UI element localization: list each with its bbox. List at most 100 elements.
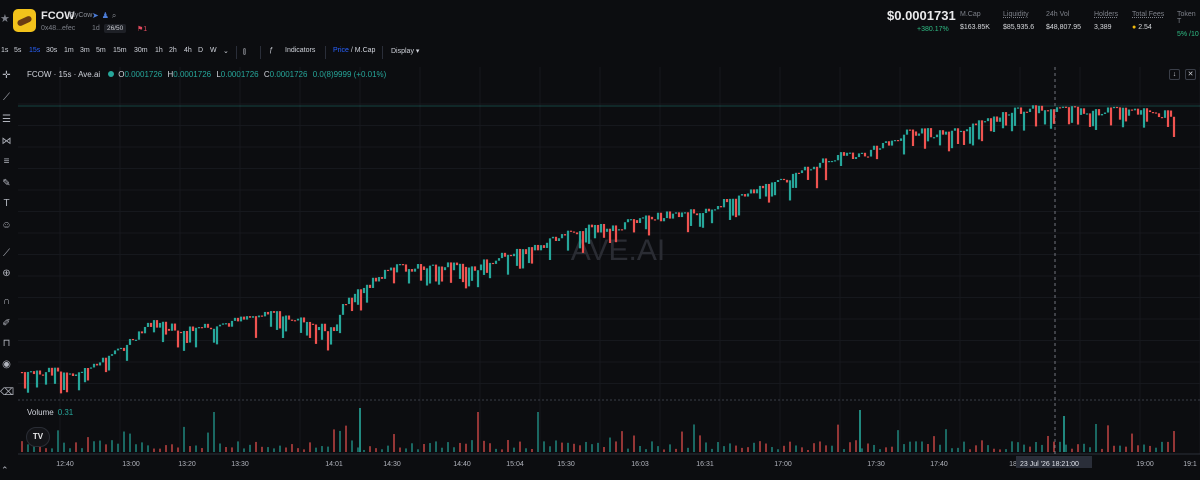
candle (113, 350, 117, 355)
candle (632, 219, 636, 233)
volume-bar (453, 447, 455, 452)
time-tick-label: 17:30 (867, 461, 885, 468)
close-key: C (263, 70, 270, 79)
volume-bar (687, 447, 689, 452)
candle (1169, 110, 1173, 117)
candle (749, 189, 753, 194)
candle (920, 128, 924, 134)
volume-bar (585, 441, 587, 452)
candle (833, 160, 837, 162)
candle (773, 182, 777, 196)
candle (980, 120, 984, 142)
volume-bar (519, 441, 521, 452)
volume-bar (195, 445, 197, 452)
candle (332, 327, 336, 332)
candle (179, 331, 183, 334)
candle (524, 249, 528, 255)
candle (602, 223, 606, 238)
volume-bar (567, 442, 569, 452)
candle (1157, 113, 1161, 118)
volume-bar (351, 440, 353, 452)
candle (674, 212, 678, 214)
candle (326, 331, 330, 351)
tradingview-logo[interactable]: TV (26, 427, 50, 447)
candle (548, 238, 552, 261)
volume-bar (981, 440, 983, 452)
candle (164, 321, 168, 335)
candle (746, 193, 750, 197)
candle (908, 129, 912, 131)
candle (1046, 110, 1050, 112)
candle (803, 166, 807, 171)
candle (170, 323, 174, 331)
volume-bar (1101, 448, 1103, 452)
collapse-pane-icon[interactable]: ✕ (1185, 69, 1196, 80)
volume-bar (759, 441, 761, 452)
volume-bar (747, 447, 749, 452)
candle (431, 264, 435, 266)
volume-bar (951, 448, 953, 452)
candle (248, 316, 252, 318)
candle (401, 264, 405, 266)
candle (896, 140, 900, 142)
candle (887, 141, 891, 146)
candle (824, 158, 828, 181)
candle (857, 153, 861, 158)
candle (269, 311, 273, 327)
candle (74, 374, 78, 377)
volume-bar (405, 448, 407, 452)
candle (368, 284, 372, 288)
time-tick-label: 14:40 (453, 461, 471, 468)
volume-bar (1089, 447, 1091, 452)
volume-bar (321, 446, 323, 452)
candle (1019, 107, 1023, 114)
candle (782, 178, 786, 181)
volume-bar (141, 442, 143, 452)
candle (716, 206, 720, 210)
candle (233, 317, 237, 321)
candle (1088, 113, 1092, 127)
candle (32, 371, 36, 375)
volume-bar (891, 446, 893, 452)
candle (956, 128, 960, 144)
volume-bar (795, 445, 797, 452)
candle (572, 231, 576, 233)
candle (554, 236, 558, 241)
volume-bar (807, 449, 809, 452)
volume-bar (87, 437, 89, 452)
candle (644, 215, 648, 230)
candle (395, 264, 399, 273)
volume-bar (153, 448, 155, 452)
candle (224, 323, 228, 325)
candle (1028, 108, 1032, 113)
volume-bar (1107, 425, 1109, 452)
candle (275, 311, 279, 330)
volume-bar (765, 443, 767, 452)
volume-bar (621, 431, 623, 452)
volume-bar (219, 443, 221, 452)
candle (728, 198, 732, 220)
volume-bar (723, 446, 725, 452)
candle (440, 266, 444, 282)
volume-bar (693, 424, 695, 452)
candle (515, 248, 519, 266)
candle (416, 264, 420, 269)
volume-bar (1029, 446, 1031, 452)
candle (428, 265, 432, 284)
candle (134, 339, 138, 341)
volume-bar (663, 449, 665, 452)
candle (863, 152, 867, 157)
volume-bar (789, 441, 791, 452)
candle (143, 326, 147, 334)
candle (434, 264, 438, 282)
volume-bar (411, 443, 413, 452)
candle (1115, 106, 1119, 109)
candle (485, 259, 489, 273)
candle (410, 269, 414, 272)
scroll-down-icon[interactable]: ↓ (1169, 69, 1180, 80)
candle (38, 370, 42, 375)
candle (656, 212, 660, 220)
volume-bar (1077, 444, 1079, 452)
candle (722, 199, 726, 208)
candle (938, 130, 942, 146)
